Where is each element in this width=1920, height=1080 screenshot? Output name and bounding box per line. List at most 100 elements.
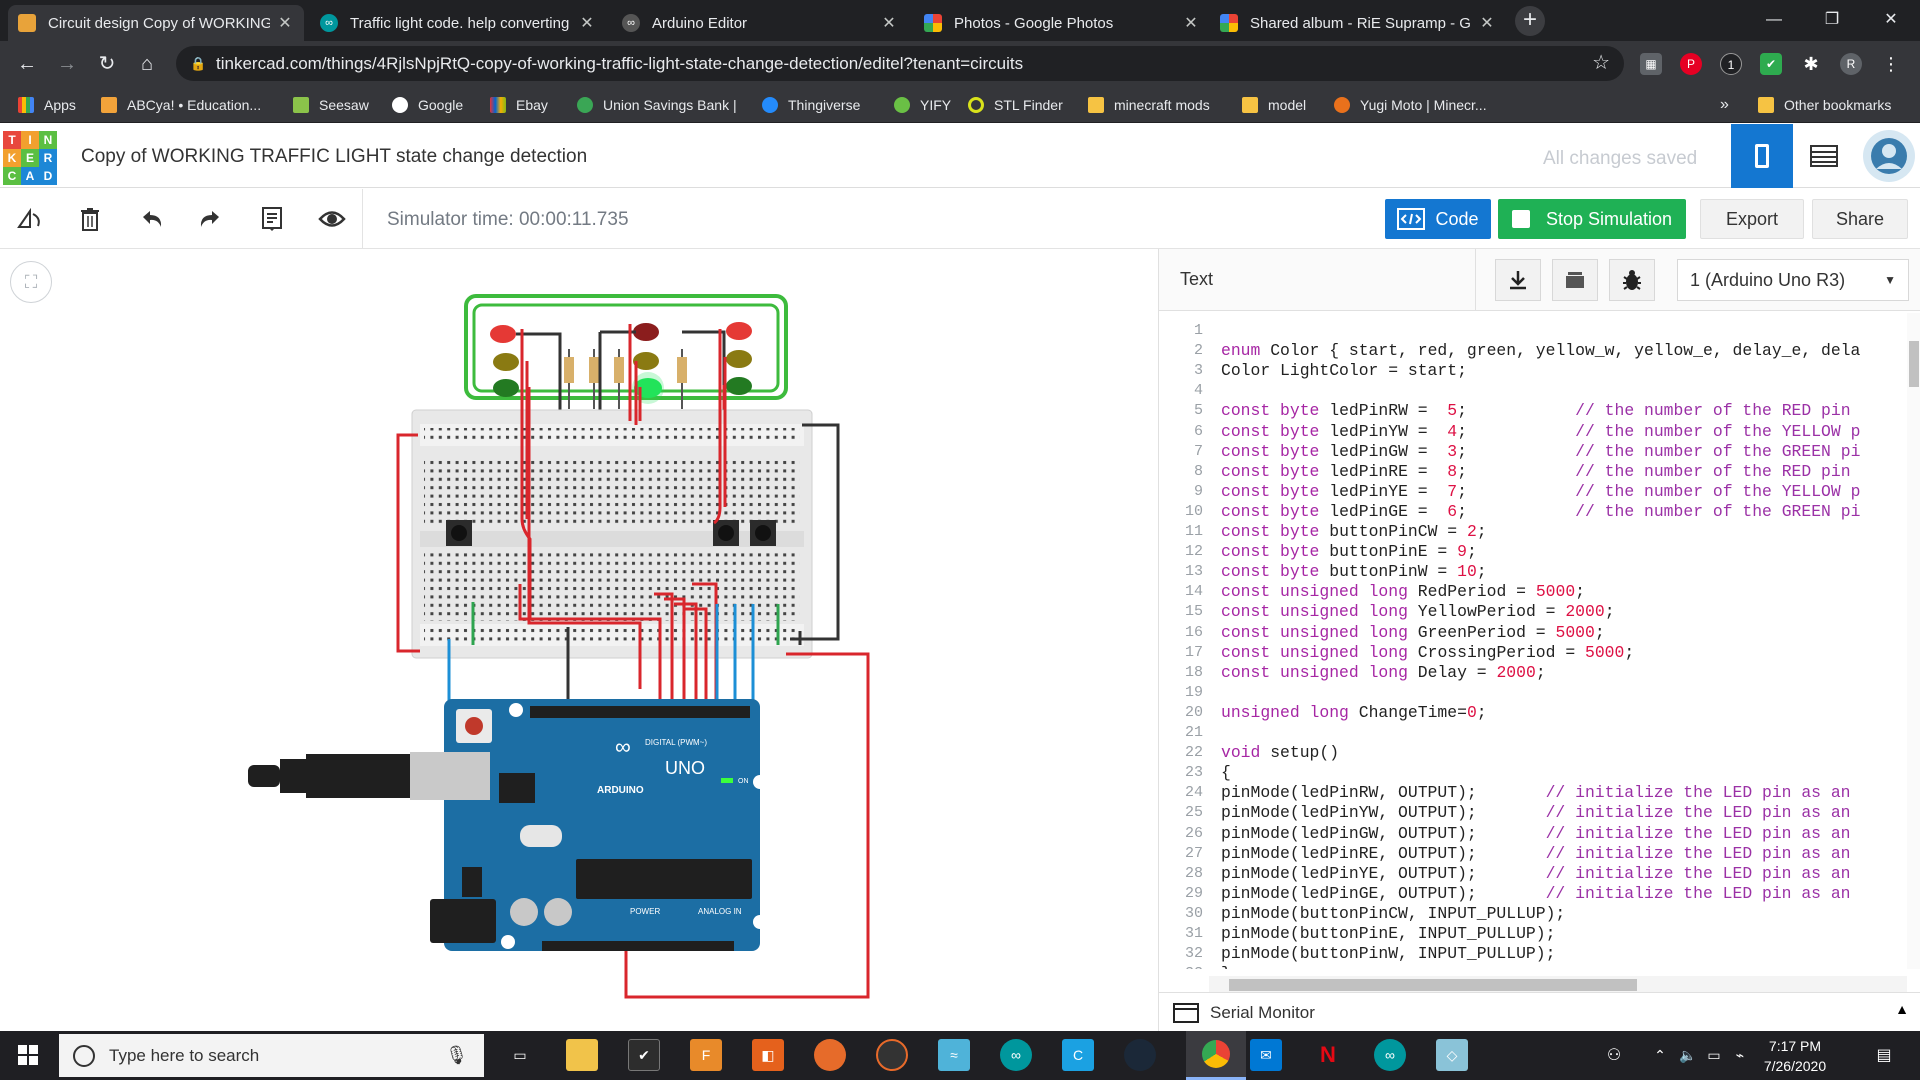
code-line[interactable]: const byte ledPinYE = 7; // the number o…	[1221, 482, 1860, 502]
steam-app-icon[interactable]	[1124, 1039, 1156, 1071]
bookmark-thingiverse[interactable]: Thingiverse	[762, 95, 860, 115]
forward-button[interactable]: →	[52, 49, 82, 79]
bookmarks-overflow-icon[interactable]: »	[1720, 95, 1729, 115]
code-mode-select[interactable]: Text	[1180, 269, 1213, 290]
mail-app-icon[interactable]: ✉	[1250, 1039, 1282, 1071]
microphone-icon[interactable]: 🎙	[445, 1034, 468, 1077]
reload-button[interactable]: ↻	[92, 49, 122, 79]
close-icon[interactable]: ✕	[1182, 13, 1200, 33]
code-button[interactable]: Code	[1385, 199, 1491, 239]
code-line[interactable]: pinMode(buttonPinCW, INPUT_PULLUP);	[1221, 904, 1565, 924]
bookmark-model[interactable]: model	[1242, 95, 1306, 115]
chrome-app-icon[interactable]	[1186, 1031, 1246, 1080]
close-icon[interactable]: ✕	[578, 13, 596, 33]
code-line[interactable]: const unsigned long Delay = 2000;	[1221, 663, 1546, 683]
tab-shared-album[interactable]: Shared album - RiE Supramp - G ✕	[1210, 5, 1506, 41]
pinterest-icon[interactable]: P	[1680, 53, 1702, 75]
share-button[interactable]: Share	[1812, 199, 1908, 239]
code-line[interactable]: const byte ledPinGE = 6; // the number o…	[1221, 502, 1860, 522]
scroll-thumb[interactable]	[1229, 979, 1637, 991]
task-view-icon[interactable]: ▭	[504, 1039, 536, 1071]
close-icon[interactable]: ✕	[276, 13, 294, 33]
bookmark-seesaw[interactable]: Seesaw	[293, 95, 369, 115]
code-line[interactable]: pinMode(ledPinYW, OUTPUT); // initialize…	[1221, 803, 1851, 823]
code-line[interactable]: }	[1221, 964, 1231, 969]
code-line[interactable]: const unsigned long YellowPeriod = 2000;	[1221, 602, 1615, 622]
close-icon[interactable]: ✕	[880, 13, 898, 33]
profile-avatar[interactable]: R	[1840, 53, 1862, 75]
code-line[interactable]: const byte ledPinGW = 3; // the number o…	[1221, 442, 1860, 462]
tinkercad-logo[interactable]: T I N K E R C A D	[3, 131, 57, 185]
start-button[interactable]	[12, 1039, 44, 1071]
code-line[interactable]: const byte buttonPinCW = 2;	[1221, 522, 1487, 542]
notes-button[interactable]	[256, 203, 288, 235]
code-line[interactable]: pinMode(ledPinRE, OUTPUT); // initialize…	[1221, 844, 1851, 864]
code-line[interactable]: const byte ledPinRE = 8; // the number o…	[1221, 462, 1851, 482]
extension-icon[interactable]: ▦	[1640, 53, 1662, 75]
bookmark-apps[interactable]: Apps	[18, 95, 76, 115]
circuit-view-button[interactable]	[1731, 124, 1793, 188]
bookmark-yify[interactable]: YIFY	[894, 95, 951, 115]
bookmark-google[interactable]: Google	[392, 95, 463, 115]
code-line[interactable]: pinMode(ledPinYE, OUTPUT); // initialize…	[1221, 864, 1851, 884]
new-tab-button[interactable]: +	[1515, 6, 1545, 36]
bookmark-abcya[interactable]: ABCya! • Education...	[101, 95, 261, 115]
code-editor[interactable]: 1 2 enum Color { start, red, green, yellow…	[1159, 313, 1907, 969]
stop-simulation-button[interactable]: Stop Simulation	[1498, 199, 1686, 239]
visibility-button[interactable]	[316, 203, 348, 235]
netflix-app-icon[interactable]: N	[1312, 1039, 1344, 1071]
notifications-icon[interactable]: ▤	[1868, 1039, 1900, 1071]
restore-button[interactable]: ❐	[1803, 0, 1861, 40]
export-button[interactable]: Export	[1700, 199, 1804, 239]
store-icon[interactable]: ✔	[628, 1039, 660, 1071]
undo-button[interactable]	[136, 203, 168, 235]
rotate-button[interactable]	[14, 203, 46, 235]
cura-app-icon[interactable]: C	[1062, 1039, 1094, 1071]
component-list-button[interactable]	[1793, 124, 1855, 188]
code-line[interactable]: const unsigned long CrossingPeriod = 500…	[1221, 643, 1634, 663]
sketch-app-icon[interactable]: ◧	[752, 1039, 784, 1071]
code-line[interactable]: unsigned long ChangeTime=0;	[1221, 703, 1487, 723]
bookmark-other-bookmarks[interactable]: Other bookmarks	[1758, 95, 1891, 115]
code-line[interactable]: void setup()	[1221, 743, 1339, 763]
arduino-ide-icon[interactable]: ∞	[1374, 1039, 1406, 1071]
code-line[interactable]: pinMode(ledPinGE, OUTPUT); // initialize…	[1221, 884, 1851, 904]
code-line[interactable]: const byte ledPinRW = 5; // the number o…	[1221, 401, 1851, 421]
fusion-app-icon[interactable]: F	[690, 1039, 722, 1071]
bookmark-ebay[interactable]: Ebay	[490, 95, 548, 115]
code-line[interactable]: const byte buttonPinE = 9;	[1221, 542, 1477, 562]
seesaw-app-icon[interactable]: ≈	[938, 1039, 970, 1071]
code-line[interactable]: const unsigned long RedPeriod = 5000;	[1221, 582, 1585, 602]
menu-kebab-icon[interactable]: ⋮	[1880, 53, 1902, 75]
arduino-app-icon[interactable]: ∞	[1000, 1039, 1032, 1071]
bookmark-star-icon[interactable]: ☆	[1592, 46, 1610, 81]
bookmark-minecraft-mods[interactable]: minecraft mods	[1088, 95, 1210, 115]
slicer-app-icon[interactable]	[876, 1039, 908, 1071]
code-line[interactable]: enum Color { start, red, green, yellow_w…	[1221, 341, 1860, 361]
taskbar-clock[interactable]: 7:17 PM 7/26/2020	[1745, 1036, 1845, 1076]
blender-app-icon[interactable]	[814, 1039, 846, 1071]
extensions-puzzle-icon[interactable]: ✱	[1800, 53, 1822, 75]
serial-monitor-bar[interactable]: Serial Monitor ▲	[1159, 992, 1920, 1031]
back-button[interactable]: ←	[12, 49, 42, 79]
tab-traffic-light[interactable]: ∞ Traffic light code. help converting ✕	[310, 5, 606, 41]
circuit-drawing[interactable]: ∞ ARDUINO UNO POWER ANALOG IN DIGITAL (P…	[0, 249, 1158, 1031]
code-line[interactable]: pinMode(ledPinRW, OUTPUT); // initialize…	[1221, 783, 1851, 803]
project-title[interactable]: Copy of WORKING TRAFFIC LIGHT state chan…	[81, 146, 587, 168]
check-extension-icon[interactable]: ✔	[1760, 53, 1782, 75]
close-icon[interactable]: ✕	[1478, 13, 1496, 33]
home-button[interactable]: ⌂	[132, 49, 162, 79]
code-line[interactable]: const byte ledPinYW = 4; // the number o…	[1221, 422, 1860, 442]
user-avatar[interactable]	[1858, 124, 1920, 188]
taskbar-search-input[interactable]: Type here to search 🎙	[59, 1034, 484, 1077]
people-icon[interactable]: ⚇	[1598, 1039, 1630, 1071]
expand-arrow-icon[interactable]: ▲	[1895, 1001, 1909, 1017]
code-line[interactable]: const unsigned long GreenPeriod = 5000;	[1221, 623, 1605, 643]
bookmark-yugi-moto[interactable]: Yugi Moto | Minecr...	[1334, 95, 1487, 115]
vertical-scrollbar[interactable]	[1907, 313, 1920, 969]
code-line[interactable]: pinMode(ledPinGW, OUTPUT); // initialize…	[1221, 824, 1851, 844]
upload-button[interactable]	[1552, 259, 1598, 301]
code-line[interactable]: const byte buttonPinW = 10;	[1221, 562, 1487, 582]
redo-button[interactable]	[194, 203, 226, 235]
tab-google-photos[interactable]: Photos - Google Photos ✕	[914, 5, 1210, 41]
